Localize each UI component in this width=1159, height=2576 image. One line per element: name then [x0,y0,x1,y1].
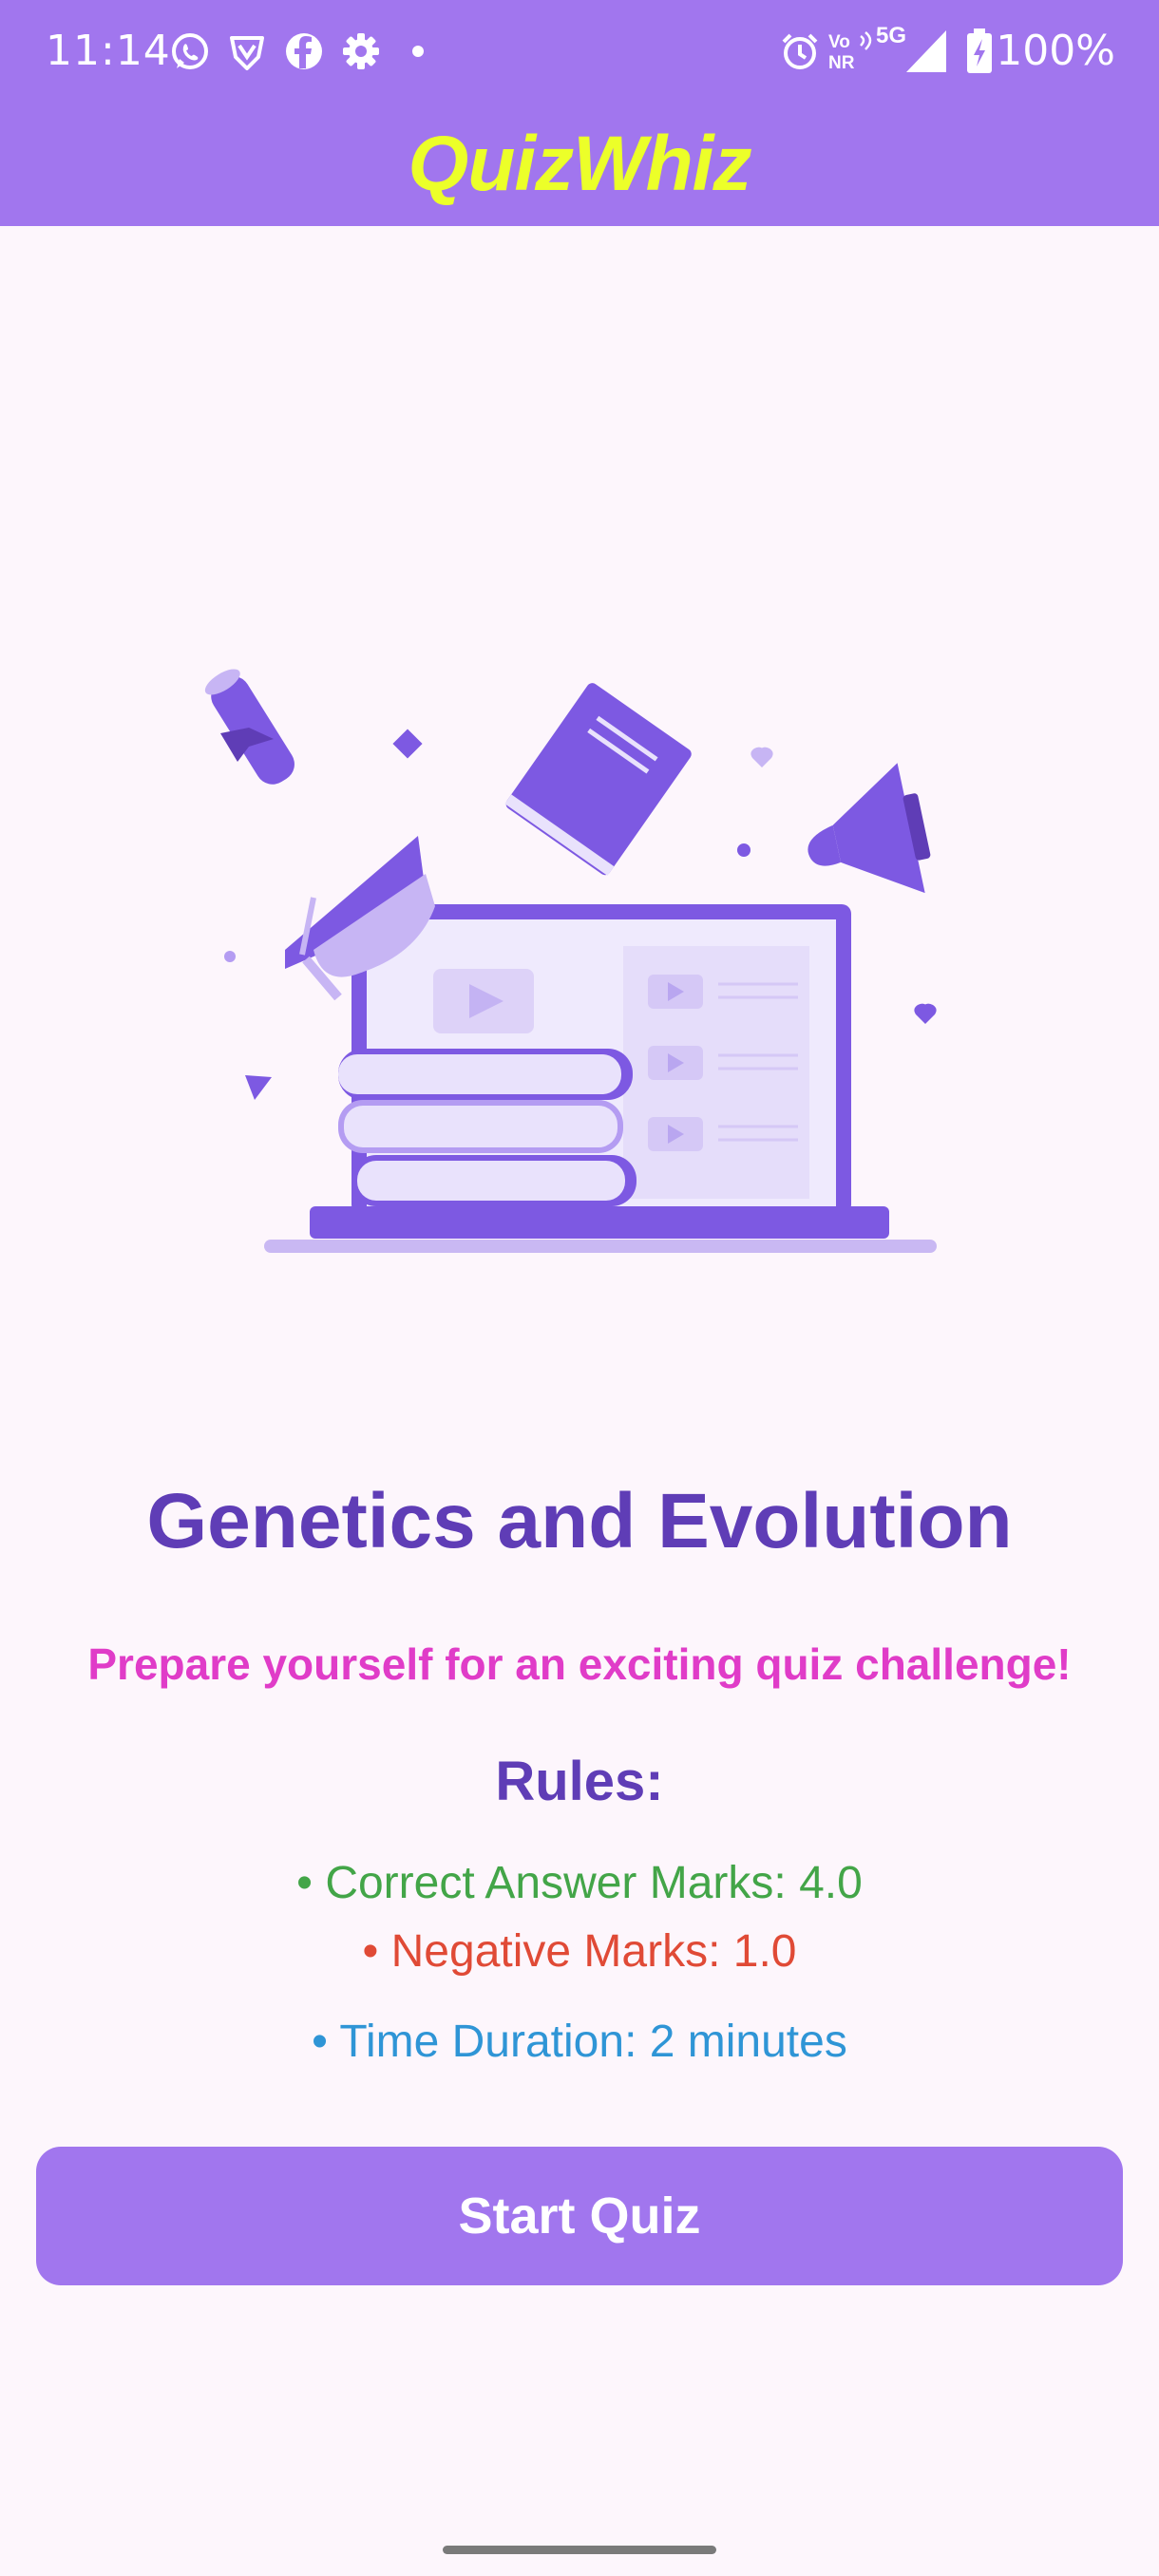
alarm-icon [782,33,818,69]
volte-top-label: Vo [828,32,850,52]
app-title: QuizWhiz [408,121,752,207]
battery-percentage: 100% [996,27,1115,75]
settings-icon [343,33,379,69]
rule-correct-marks: • Correct Answer Marks: 4.0 [296,1858,863,1908]
rules-heading: Rules: [495,1751,664,1812]
signal-icon [906,30,946,72]
status-time: 11:14 [46,27,171,75]
quiz-tagline: Prepare yourself for an exciting quiz ch… [87,1639,1072,1689]
whatsapp-icon [172,33,208,69]
rule-time-duration: • Time Duration: 2 minutes [312,2017,847,2067]
network-type: 5G [876,23,907,48]
brave-icon [230,36,264,70]
volte-bottom-label: NR [828,53,855,73]
dot-icon [412,46,424,57]
start-quiz-button[interactable]: Start Quiz [36,2147,1123,2285]
education-illustration [204,669,937,1253]
status-bar: 11:14 Vo NR 5G 100% [0,0,1159,103]
facebook-icon [286,33,322,69]
home-indicator[interactable] [443,2546,716,2554]
quiz-title: Genetics and Evolution [146,1478,1013,1564]
volte-icon: Vo NR [828,31,872,73]
app-bar: QuizWhiz [0,103,1159,226]
rule-negative-marks: • Negative Marks: 1.0 [362,1926,797,1977]
battery-charging-icon [967,28,992,73]
